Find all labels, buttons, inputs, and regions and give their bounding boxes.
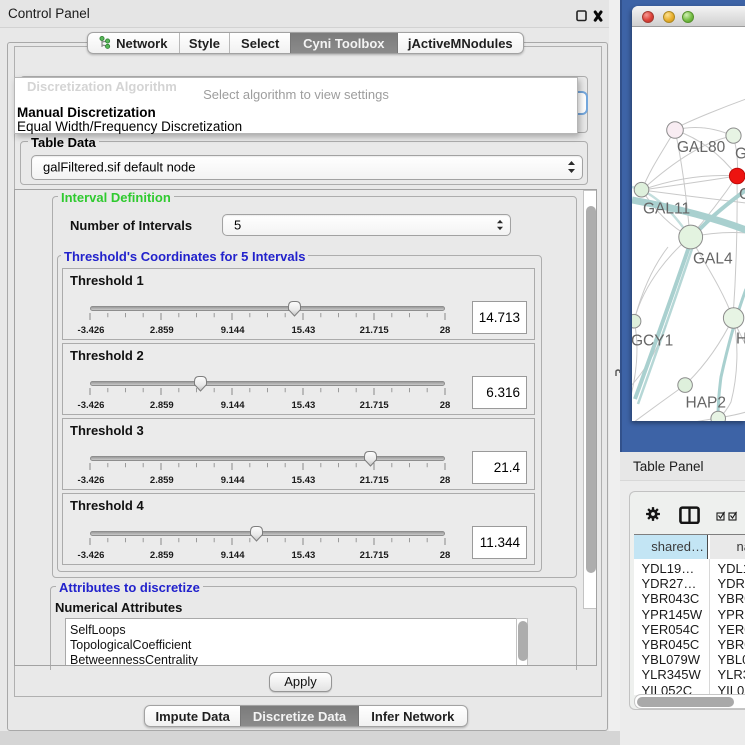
svg-text:HAP2: HAP2 <box>685 395 726 412</box>
svg-text:GA: GA <box>735 146 745 163</box>
svg-text:GAL11: GAL11 <box>643 201 690 218</box>
svg-text:GCY1: GCY1 <box>632 333 673 350</box>
svg-text:GAL4: GAL4 <box>693 251 733 268</box>
svg-text:H: H <box>736 331 745 348</box>
svg-text:C: C <box>739 186 745 203</box>
svg-text:GAL80: GAL80 <box>677 139 726 156</box>
